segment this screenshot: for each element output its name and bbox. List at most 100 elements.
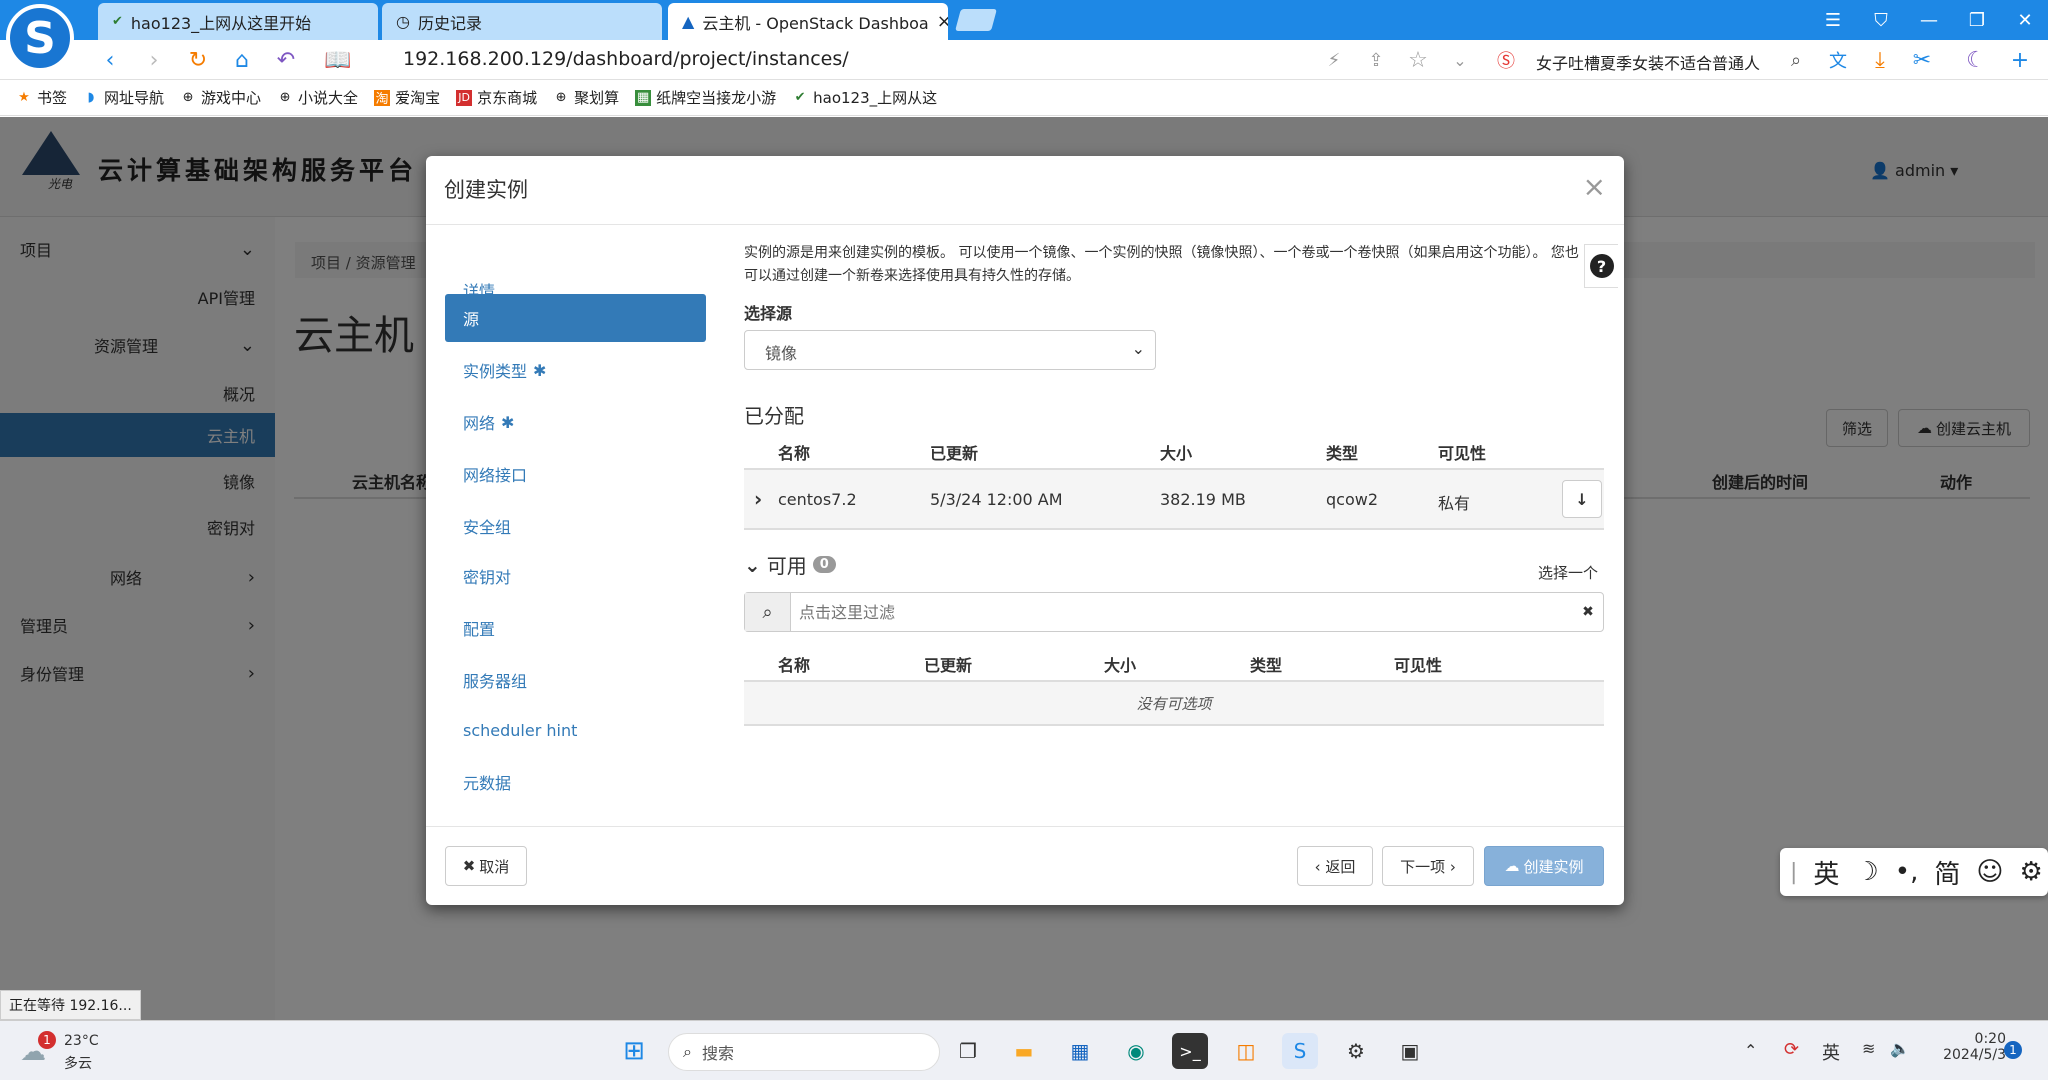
night-mode-icon[interactable]: ☾ <box>1962 46 1990 74</box>
star-icon[interactable]: ☆ <box>1404 46 1432 74</box>
ime-simplified-toggle[interactable]: 简 <box>1934 854 1960 891</box>
sync-icon[interactable]: ⟳ <box>1784 1039 1799 1060</box>
bookmark-item[interactable]: 淘爱淘宝 <box>374 87 440 108</box>
ime-indicator[interactable]: 英 <box>1822 1039 1840 1065</box>
expand-row-icon[interactable]: › <box>754 487 762 511</box>
next-button[interactable]: 下一项 › <box>1382 846 1474 886</box>
available-toggle[interactable]: ⌄ 可用 0 <box>744 550 836 579</box>
scissors-icon[interactable]: ✂ <box>1908 46 1936 74</box>
step-scheduler-hints[interactable]: scheduler hint <box>445 706 706 754</box>
undo-icon[interactable]: ↶ <box>272 46 300 74</box>
tray-chevron-icon[interactable]: ⌃ <box>1744 1041 1757 1060</box>
hao123-icon: ✔ <box>794 90 806 105</box>
cancel-button[interactable]: ✖ 取消 <box>445 846 527 886</box>
arrow-down-icon: ↓ <box>1575 489 1589 509</box>
moon-icon[interactable]: ☽ <box>1855 857 1878 887</box>
tab-history[interactable]: ◷ 历史记录 <box>382 3 662 40</box>
forward-icon[interactable]: › <box>140 46 168 74</box>
address-bar[interactable]: 192.168.200.129/dashboard/project/instan… <box>403 48 849 70</box>
close-icon: ✖ <box>462 857 476 875</box>
clear-filter-icon[interactable]: ✖ <box>1573 593 1603 631</box>
task-view-icon[interactable]: ❐ <box>950 1033 986 1069</box>
tab-hao123[interactable]: ✔ hao123_上网从这里开始 <box>98 3 378 40</box>
history-icon: ◷ <box>396 12 410 31</box>
bookmark-item[interactable]: JD 京东商城 <box>456 87 537 108</box>
taskbar-search[interactable]: ⌕ 搜索 <box>668 1033 940 1071</box>
step-source[interactable]: 源 <box>445 294 706 342</box>
bookmark-item[interactable]: ▦ 纸牌空当接龙小游 <box>635 87 776 108</box>
emoji-icon[interactable]: ☺ <box>1976 857 2003 887</box>
wifi-icon[interactable]: ≋ <box>1862 1039 1875 1058</box>
step-configuration[interactable]: 配置 <box>445 604 706 652</box>
network-tool-icon[interactable]: ⚙ <box>1338 1033 1374 1069</box>
bookmark-item[interactable]: ⊕ 聚划算 <box>553 87 619 108</box>
sogou-browser-icon[interactable]: S <box>1282 1033 1318 1069</box>
step-flavor[interactable]: 实例类型 ✱ <box>445 346 706 394</box>
notification-badge[interactable]: 1 <box>2004 1041 2022 1059</box>
clock[interactable]: 0:20 2024/5/3 <box>1926 1031 2006 1063</box>
download-icon[interactable]: ⤓ <box>1866 46 1894 74</box>
browser-logo-icon[interactable]: S <box>6 4 74 72</box>
tab-close-icon[interactable]: × <box>937 11 948 32</box>
chevron-down-icon[interactable]: ⌄ <box>1446 46 1474 74</box>
deallocate-button[interactable]: ↓ <box>1562 480 1602 518</box>
step-network[interactable]: 网络 ✱ <box>445 398 706 446</box>
chevron-down-icon: ⌄ <box>744 552 761 577</box>
search-hint[interactable]: 女子吐槽夏季女装不适合普通人 <box>1536 50 1760 74</box>
back-icon[interactable]: ‹ <box>96 46 124 74</box>
translate-icon[interactable]: 文 <box>1824 46 1852 74</box>
bookmark-item[interactable]: ✔ hao123_上网从这 <box>792 87 937 108</box>
app-icon[interactable]: ▣ <box>1392 1033 1428 1069</box>
bookmark-item[interactable]: ◗ 网址导航 <box>83 87 164 108</box>
taskbar: ☁ 1 23°C 多云 ⊞ ⌕ 搜索 ❐ ▬ ▦ ◉ >_ ◫ S ⚙ ▣ ⌃ … <box>0 1020 2048 1080</box>
bookmarks-bar: ★ 书签 ◗ 网址导航 ⊕ 游戏中心 ⊕ 小说大全 淘爱淘宝 JD 京东商城 ⊕ 聚划算 ▦… <box>0 80 2048 116</box>
bookmark-item[interactable]: ★ 书签 <box>16 87 67 108</box>
step-keypair[interactable]: 密钥对 <box>445 552 706 600</box>
vm-icon[interactable]: ◫ <box>1228 1033 1264 1069</box>
new-tab-button[interactable] <box>955 9 997 31</box>
edge-icon[interactable]: ◉ <box>1118 1033 1154 1069</box>
help-button[interactable]: ? <box>1584 244 1618 288</box>
star-icon: ★ <box>18 90 30 105</box>
home-icon[interactable]: ⌂ <box>228 46 256 74</box>
close-icon[interactable]: ✕ <box>2002 0 2048 40</box>
step-server-groups[interactable]: 服务器组 <box>445 656 706 704</box>
terminal-icon[interactable]: >_ <box>1172 1033 1208 1069</box>
file-explorer-icon[interactable]: ▬ <box>1006 1033 1042 1069</box>
weather-widget[interactable]: ☁ 1 23°C 多云 <box>20 1031 110 1073</box>
reader-icon[interactable]: 📖 <box>324 46 352 74</box>
sogou-search-icon[interactable]: Ⓢ <box>1492 46 1520 74</box>
step-metadata[interactable]: 元数据 <box>445 758 706 806</box>
required-icon: ✱ <box>533 360 547 380</box>
close-icon[interactable]: × <box>1583 170 1606 203</box>
volume-icon[interactable]: 🔈 <box>1890 1039 1910 1058</box>
filter-input[interactable] <box>791 593 1573 631</box>
skin-icon[interactable]: ⛉ <box>1858 0 1904 40</box>
drag-handle-icon[interactable]: | <box>1790 860 1797 885</box>
lightning-icon[interactable]: ⚡ <box>1320 46 1348 74</box>
start-icon[interactable]: ⊞ <box>616 1033 652 1069</box>
required-icon: ✱ <box>501 412 515 432</box>
bookmark-item[interactable]: ⊕ 小说大全 <box>277 87 358 108</box>
create-instance-button[interactable]: ☁ 创建实例 <box>1484 846 1604 886</box>
modal-title: 创建实例 <box>444 178 528 202</box>
ime-lang-toggle[interactable]: 英 <box>1813 854 1839 891</box>
minimize-icon[interactable]: — <box>1906 0 1952 40</box>
search-icon[interactable]: ⌕ <box>1782 46 1810 74</box>
share-icon[interactable]: ⇪ <box>1362 46 1390 74</box>
select-source-dropdown[interactable]: 镜像 ⌄ <box>744 330 1156 370</box>
add-icon[interactable]: + <box>2006 46 2034 74</box>
menu-icon[interactable]: ☰ <box>1810 0 1856 40</box>
punctuation-icon[interactable]: •, <box>1895 857 1919 887</box>
step-security-groups[interactable]: 安全组 <box>445 502 706 550</box>
sogou-icon: ◗ <box>87 90 95 105</box>
back-button[interactable]: ‹ 返回 <box>1297 846 1373 886</box>
settings-icon[interactable]: ⚙ <box>2019 857 2042 887</box>
bookmark-item[interactable]: ⊕ 游戏中心 <box>180 87 261 108</box>
step-network-ports[interactable]: 网络接口 <box>445 450 706 498</box>
tab-openstack[interactable]: ▲ 云主机 - OpenStack Dashboa × <box>668 3 948 40</box>
restore-icon[interactable]: ❐ <box>1954 0 2000 40</box>
search-icon: ⌕ <box>683 1042 692 1061</box>
reload-icon[interactable]: ↻ <box>184 46 212 74</box>
store-icon[interactable]: ▦ <box>1062 1033 1098 1069</box>
